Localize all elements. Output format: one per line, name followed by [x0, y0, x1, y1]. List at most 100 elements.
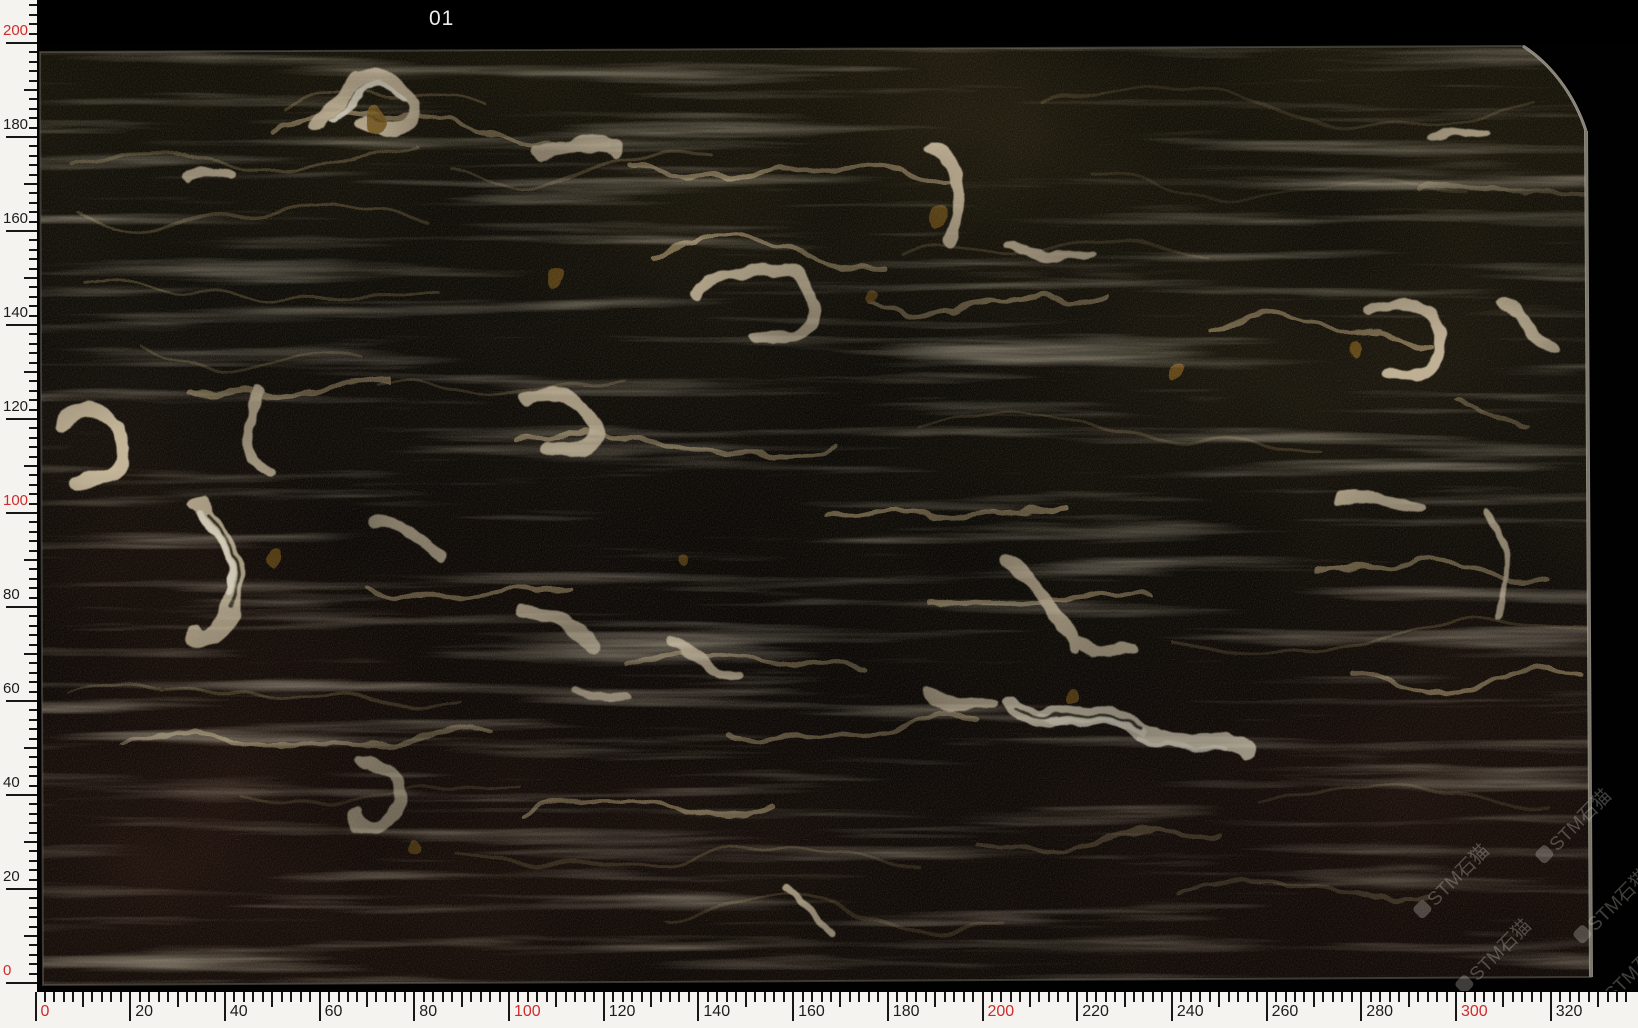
ruler-tick [972, 992, 974, 1002]
ruler-tick [309, 992, 311, 1002]
ruler-tick [773, 992, 775, 1002]
ruler-tick [29, 14, 37, 16]
ruler-tick [72, 992, 74, 1002]
ruler-tick [6, 606, 37, 608]
ruler-tick [669, 992, 671, 1002]
ruler-tick [29, 803, 37, 805]
ruler-tick [1351, 992, 1353, 1002]
ruler-tick [678, 992, 680, 1002]
ruler-tick [29, 709, 37, 711]
ruler-tick [404, 992, 406, 1002]
ruler-tick [29, 409, 37, 411]
ruler-tick [565, 992, 567, 1002]
ruler-tick [811, 992, 813, 1002]
ruler-tick [129, 992, 131, 1021]
ruler-tick [35, 992, 37, 1021]
top-bar: 01 [0, 0, 1638, 45]
ruler-tick [925, 992, 927, 1002]
ruler-tick [1455, 992, 1457, 1021]
ruler-tick [195, 992, 197, 1002]
ruler-label: 120 [3, 398, 28, 415]
ruler-tick [1569, 992, 1571, 1002]
ruler-tick [243, 992, 245, 1002]
ruler-tick [1228, 992, 1230, 1002]
ruler-tick [29, 221, 37, 223]
ruler-tick [29, 258, 37, 260]
ruler-tick [546, 992, 548, 1002]
ruler-label: 140 [703, 1003, 730, 1021]
ruler-tick [29, 239, 37, 241]
ruler-tick [1540, 992, 1542, 1002]
ruler-label: 120 [609, 1003, 636, 1021]
ruler-tick [29, 305, 37, 307]
vertical-ruler: 020406080100120140160180200 [0, 0, 37, 992]
ruler-tick [1086, 992, 1088, 1002]
ruler-tick [1616, 992, 1618, 1002]
ruler-tick [1218, 992, 1220, 1007]
ruler-tick [29, 963, 37, 965]
ruler-tick [110, 992, 112, 1002]
ruler-tick [821, 992, 823, 1002]
ruler-tick [953, 992, 955, 1002]
slab-photo [37, 45, 1638, 992]
ruler-tick [934, 992, 936, 1007]
ruler-tick [29, 268, 37, 270]
ruler-tick [906, 992, 908, 1002]
ruler-tick [887, 992, 889, 1021]
ruler-tick [29, 61, 37, 63]
ruler-label: 280 [1366, 1003, 1393, 1021]
ruler-tick [29, 164, 37, 166]
ruler-tick [300, 992, 302, 1002]
ruler-tick [1597, 992, 1599, 1007]
ruler-tick [24, 89, 37, 91]
ruler-tick [63, 992, 65, 1002]
ruler-tick [271, 992, 273, 1007]
ruler-label: 200 [988, 1003, 1015, 1021]
ruler-tick [1332, 992, 1334, 1002]
ruler-tick [1247, 992, 1249, 1002]
ruler-label: 220 [1082, 1003, 1109, 1021]
ruler-tick [1038, 992, 1040, 1002]
ruler-tick [1124, 992, 1126, 1007]
ruler-label: 60 [3, 680, 20, 697]
ruler-tick [1285, 992, 1287, 1002]
ruler-tick [1266, 992, 1268, 1021]
ruler-tick [442, 992, 444, 1002]
horizontal-ruler: 0204060801001201401601802002202402602803… [0, 992, 1638, 1028]
ruler-tick [29, 427, 37, 429]
ruler-tick [29, 80, 37, 82]
ruler-tick [29, 117, 37, 119]
slab-number-label: 01 [429, 7, 454, 31]
ruler-tick [991, 992, 993, 1002]
ruler-tick [1389, 992, 1391, 1002]
ruler-tick [29, 474, 37, 476]
ruler-tick [29, 775, 37, 777]
ruler-tick [29, 249, 37, 251]
ruler-tick [29, 343, 37, 345]
ruler-tick [29, 926, 37, 928]
ruler-tick [1512, 992, 1514, 1002]
ruler-label: 200 [3, 22, 28, 39]
ruler-tick [186, 992, 188, 1002]
ruler-tick [1588, 992, 1590, 1002]
ruler-tick [29, 850, 37, 852]
ruler-label: 180 [3, 116, 28, 133]
ruler-tick [29, 625, 37, 627]
ruler-tick [802, 992, 804, 1002]
ruler-tick [735, 992, 737, 1002]
ruler-tick [29, 4, 37, 6]
ruler-label: 260 [1272, 1003, 1299, 1021]
ruler-tick [517, 992, 519, 1002]
ruler-tick [6, 324, 37, 326]
ruler-tick [29, 681, 37, 683]
ruler-tick [1180, 992, 1182, 1002]
ruler-tick [29, 493, 37, 495]
ruler-tick [792, 992, 794, 1021]
ruler-tick [707, 992, 709, 1002]
ruler-tick [29, 719, 37, 721]
ruler-tick [233, 992, 235, 1002]
ruler-tick [120, 992, 122, 1002]
ruler-tick [24, 653, 37, 655]
ruler-tick [29, 634, 37, 636]
ruler-tick [29, 33, 37, 35]
